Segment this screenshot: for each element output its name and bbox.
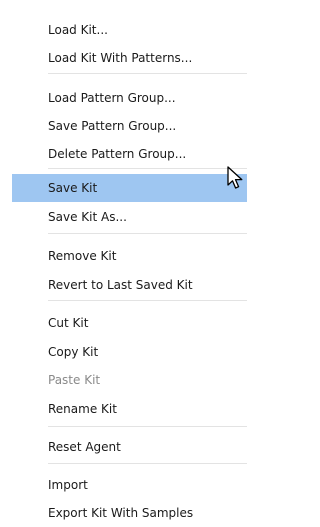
context-menu: Load Kit... Load Kit With Patterns... Lo…	[0, 0, 259, 524]
menu-item-load-pattern-group[interactable]: Load Pattern Group...	[12, 84, 247, 112]
menu-separator	[48, 168, 247, 169]
menu-item-rename-kit[interactable]: Rename Kit	[12, 395, 247, 423]
menu-item-delete-pattern-group[interactable]: Delete Pattern Group...	[12, 140, 247, 168]
menu-item-remove-kit[interactable]: Remove Kit	[12, 242, 247, 270]
menu-item-save-pattern-group[interactable]: Save Pattern Group...	[12, 112, 247, 140]
menu-item-import[interactable]: Import	[12, 471, 247, 499]
menu-item-load-kit-with-patterns[interactable]: Load Kit With Patterns...	[12, 44, 247, 72]
menu-item-reset-agent[interactable]: Reset Agent	[12, 433, 247, 461]
menu-separator	[48, 426, 247, 427]
arrow-pointer-icon	[227, 166, 243, 189]
menu-item-copy-kit[interactable]: Copy Kit	[12, 338, 247, 366]
menu-item-save-kit[interactable]: Save Kit	[12, 174, 247, 202]
menu-separator	[48, 300, 247, 301]
menu-item-load-kit[interactable]: Load Kit...	[12, 16, 247, 44]
menu-separator	[48, 463, 247, 464]
menu-item-save-kit-as[interactable]: Save Kit As...	[12, 203, 247, 231]
menu-item-cut-kit[interactable]: Cut Kit	[12, 309, 247, 337]
menu-item-paste-kit: Paste Kit	[48, 373, 101, 387]
menu-item-revert-to-last-saved-kit[interactable]: Revert to Last Saved Kit	[12, 271, 247, 299]
menu-item-export-kit-with-samples[interactable]: Export Kit With Samples	[12, 499, 247, 527]
menu-separator	[48, 73, 247, 74]
context-menu-list: Load Kit... Load Kit With Patterns... Lo…	[12, 0, 247, 524]
menu-separator	[48, 233, 247, 234]
